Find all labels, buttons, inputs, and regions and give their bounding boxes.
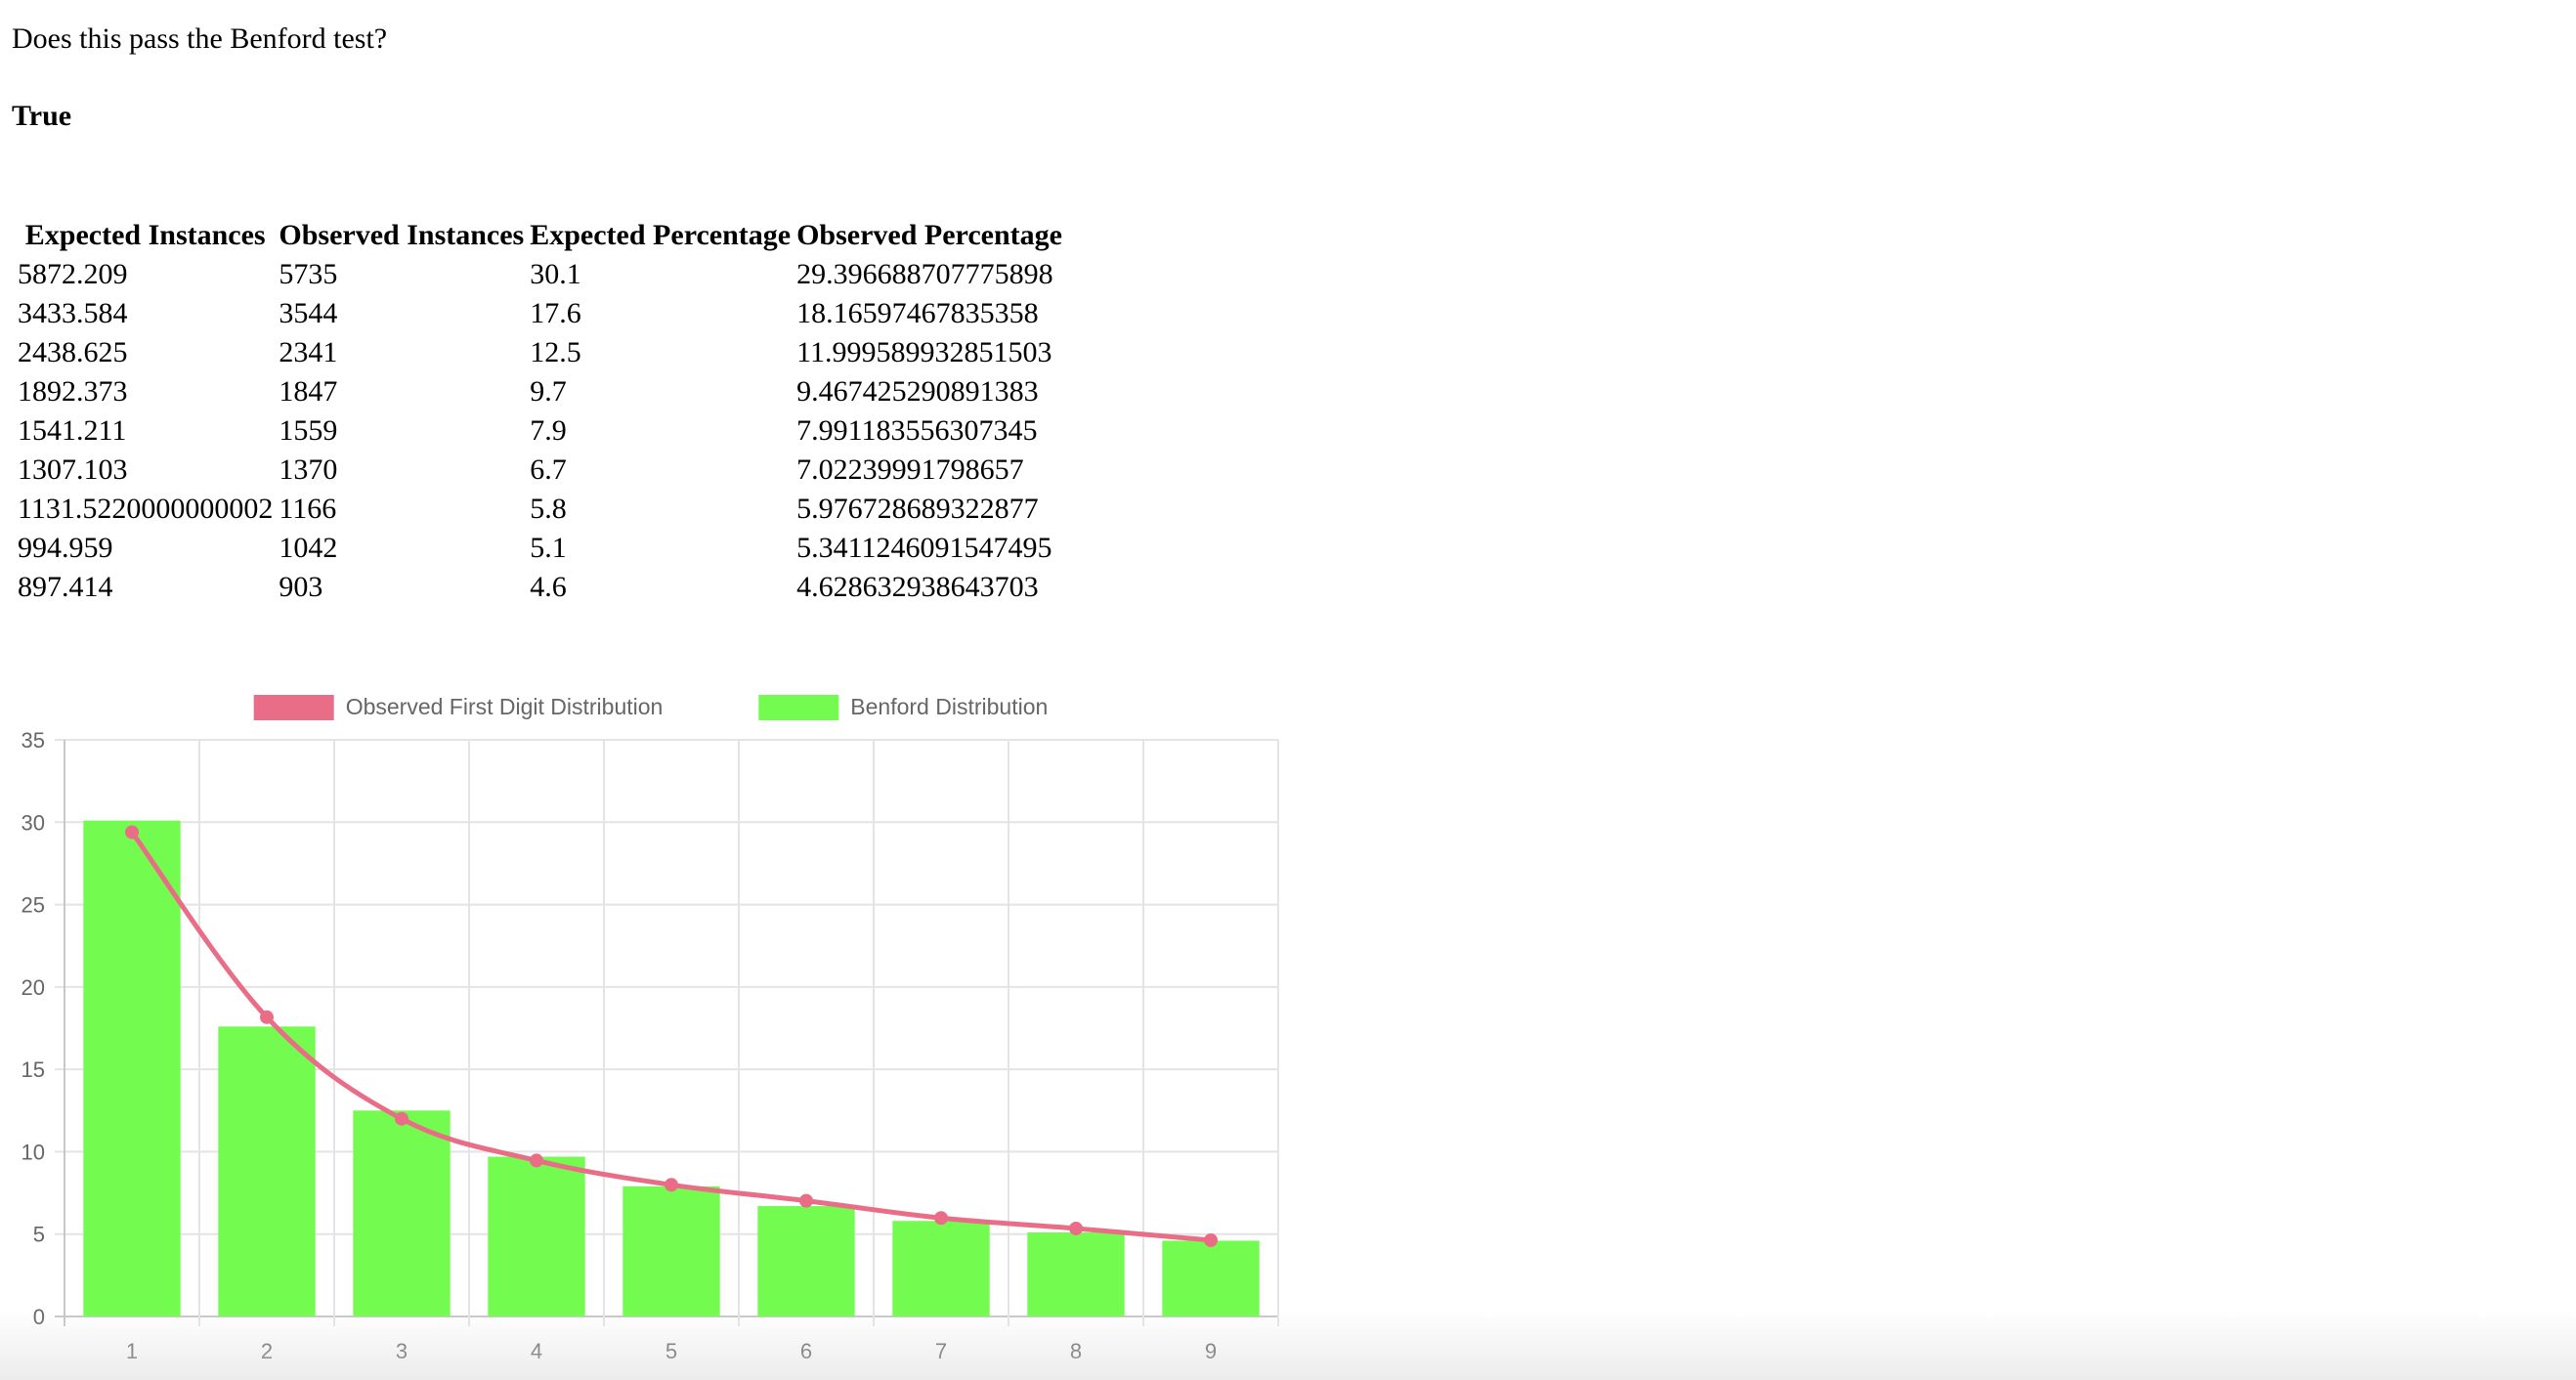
observed-point (260, 1010, 274, 1024)
x-tick-label: 4 (531, 1339, 542, 1363)
y-tick-label: 30 (21, 810, 45, 835)
table-cell: 2341 (279, 336, 338, 368)
x-tick-label: 5 (665, 1339, 677, 1363)
y-tick-label: 10 (21, 1140, 45, 1164)
observed-point (665, 1178, 678, 1192)
question-text: Does this pass the Benford test? (12, 22, 388, 55)
table-cell: 5.3411246091547495 (796, 532, 1052, 564)
table-cell: 5.976728689322877 (796, 493, 1039, 525)
x-tick-label: 2 (261, 1339, 273, 1363)
table-cell: 5872.209 (18, 258, 128, 290)
chart-legend: Observed First Digit Distribution Benford… (253, 694, 1048, 720)
results-table: Expected Instances Observed Instances Ex… (12, 214, 1068, 609)
table-row: 1541.211 1559 7.9 7.991183556307345 (18, 413, 1062, 449)
y-tick-label: 25 (21, 893, 45, 918)
table-row: 3433.584 3544 17.6 18.16597467835358 (18, 296, 1062, 331)
observed-point (395, 1111, 408, 1126)
table-row: 5872.209 5735 30.1 29.396688707775898 (18, 257, 1062, 292)
legend-swatch (758, 695, 839, 720)
table-cell: 4.6 (530, 571, 567, 603)
table-cell: 1307.103 (18, 453, 128, 486)
y-tick-label: 35 (21, 728, 45, 753)
x-tick-label: 8 (1070, 1339, 1082, 1363)
table-cell: 897.414 (18, 571, 113, 603)
benford-bar (488, 1156, 585, 1316)
table-cell: 1370 (279, 453, 338, 486)
table-cell: 17.6 (530, 297, 581, 329)
table-cell: 9.467425290891383 (796, 375, 1039, 408)
table-cell: 5.1 (530, 532, 567, 564)
table-cell: 29.396688707775898 (796, 258, 1053, 290)
benford-bar (892, 1221, 990, 1316)
benford-bar (353, 1110, 451, 1316)
observed-point (799, 1193, 813, 1208)
table-cell: 4.628632938643703 (796, 571, 1039, 603)
benford-bar (83, 820, 181, 1316)
observed-point (530, 1153, 543, 1168)
observed-point (934, 1211, 948, 1226)
y-tick-label: 15 (21, 1057, 45, 1082)
header-observed-instances: Observed Instances (279, 219, 525, 251)
x-tick-label: 6 (800, 1339, 812, 1363)
table-cell: 994.959 (18, 532, 113, 564)
table-cell: 3433.584 (18, 297, 128, 329)
table-cell: 1042 (279, 532, 338, 564)
table-row: 2438.625 2341 12.5 11.999589932851503 (18, 335, 1062, 370)
table-cell: 1892.373 (18, 375, 128, 408)
y-tick-label: 5 (33, 1223, 45, 1247)
chart-canvas: 0 5 10 15 20 25 30 35 1 2 3 4 5 6 7 8 9 Observed First D… (21, 694, 1279, 1363)
table-cell: 1166 (279, 493, 337, 525)
table-cell: 7.02239991798657 (796, 453, 1024, 486)
table-cell: 903 (279, 571, 323, 603)
y-tick-label: 20 (21, 975, 45, 1000)
table-cell: 9.7 (530, 375, 567, 408)
table-cell: 1847 (279, 375, 338, 408)
table-cell: 3544 (279, 297, 338, 329)
table-row: 1892.373 1847 9.7 9.467425290891383 (18, 374, 1062, 410)
table-row: 1131.5220000000002 1166 5.8 5.9767286893… (18, 492, 1062, 527)
table-row: 897.414 903 4.6 4.628632938643703 (18, 570, 1062, 605)
table-cell: 30.1 (530, 258, 581, 290)
table-cell: 2438.625 (18, 336, 128, 368)
table-header-row: Expected Instances Observed Instances Ex… (18, 218, 1062, 253)
table-cell: 11.999589932851503 (796, 336, 1052, 368)
table-cell: 6.7 (530, 453, 567, 486)
header-expected-instances: Expected Instances (24, 219, 266, 251)
table-cell: 7.9 (530, 414, 567, 447)
x-tick-label: 7 (935, 1339, 947, 1363)
legend-label: Benford Distribution (850, 694, 1048, 719)
table-cell: 1559 (279, 414, 338, 447)
x-tick-label: 1 (126, 1339, 138, 1363)
table-row: 994.959 1042 5.1 5.3411246091547495 (18, 531, 1062, 566)
benford-chart: 0 5 10 15 20 25 30 35 1 2 3 4 5 6 7 8 9 Observed First D… (0, 684, 1290, 1380)
benford-bar (623, 1186, 720, 1316)
x-tick-label: 3 (396, 1339, 408, 1363)
header-expected-percentage: Expected Percentage (530, 219, 792, 251)
legend-swatch (253, 695, 334, 720)
header-observed-percentage: Observed Percentage (796, 219, 1062, 251)
observed-point (1069, 1221, 1083, 1235)
table-row: 1307.103 1370 6.7 7.02239991798657 (18, 453, 1062, 488)
table-cell: 7.991183556307345 (796, 414, 1038, 447)
table-cell: 5.8 (530, 493, 567, 525)
y-tick-label: 0 (33, 1305, 45, 1329)
answer-text: True (12, 100, 72, 132)
benford-bar (757, 1206, 855, 1316)
benford-bar (1027, 1232, 1125, 1316)
table-cell: 1541.211 (18, 414, 127, 447)
observed-point (1204, 1232, 1218, 1247)
table-cell: 5735 (279, 258, 338, 290)
x-tick-label: 9 (1205, 1339, 1217, 1363)
legend-label: Observed First Digit Distribution (346, 694, 664, 719)
table-cell: 1131.5220000000002 (18, 493, 274, 525)
benford-bar (1162, 1240, 1260, 1316)
benford-bar (218, 1026, 316, 1316)
observed-point (125, 825, 139, 840)
table-cell: 18.16597467835358 (796, 297, 1039, 329)
table-cell: 12.5 (530, 336, 581, 368)
